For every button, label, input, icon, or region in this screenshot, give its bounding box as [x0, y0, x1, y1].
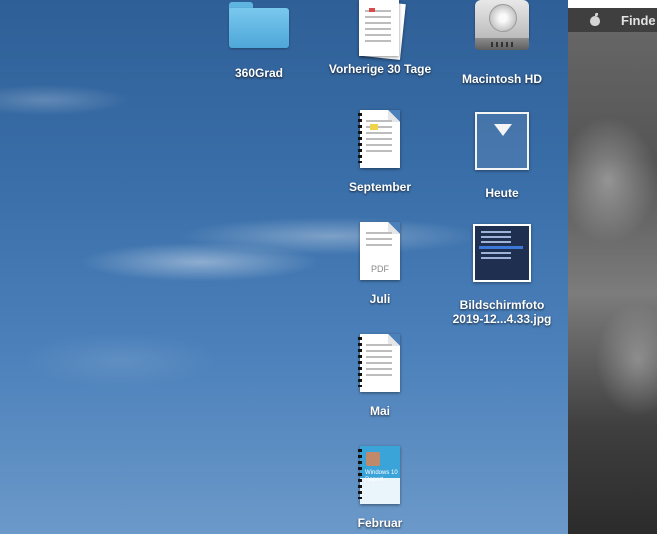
- pdf-document-icon: PDF: [360, 222, 400, 280]
- desktop-item-februar[interactable]: Windows 10 Report Februar: [320, 446, 440, 530]
- desktop-item-heute[interactable]: Heute: [442, 112, 562, 200]
- downloads-frame-icon: [475, 112, 529, 170]
- item-label-line2: 2019-12...4.33.jpg: [452, 312, 552, 326]
- apple-icon[interactable]: [588, 13, 602, 27]
- display-gap: [568, 0, 657, 8]
- secondary-display: Finde: [568, 0, 657, 534]
- desktop-item-juli[interactable]: PDF Juli: [320, 222, 440, 306]
- desktop-item-360grad[interactable]: 360Grad: [199, 2, 319, 80]
- desktop-item-bildschirmfoto[interactable]: Bildschirmfoto 2019-12...4.33.jpg: [442, 224, 562, 326]
- item-label: Mai: [369, 404, 390, 418]
- document-stack-icon: [357, 0, 406, 60]
- desktop-item-mai[interactable]: Mai: [320, 334, 440, 418]
- document-icon: [358, 334, 400, 392]
- desktop: 360Grad Vorherige 30 Tage Macintosh HD S…: [0, 0, 568, 534]
- item-label: Februar: [357, 516, 403, 530]
- folder-icon: [229, 2, 289, 60]
- menu-bar: Finde: [568, 8, 657, 32]
- desktop-item-vorherige-30-tage[interactable]: Vorherige 30 Tage: [320, 0, 440, 76]
- item-label: Macintosh HD: [461, 72, 542, 86]
- report-cover-text: Windows 10 Report: [365, 470, 398, 483]
- item-label: Vorherige 30 Tage: [328, 62, 432, 76]
- report-document-icon: Windows 10 Report: [358, 446, 400, 504]
- item-label: Heute: [485, 186, 519, 200]
- item-label: September: [348, 180, 412, 194]
- hard-drive-icon: [475, 0, 529, 58]
- pdf-badge: PDF: [371, 264, 389, 274]
- item-label: Juli: [369, 292, 391, 306]
- document-icon: [358, 110, 400, 168]
- item-label: 360Grad: [234, 66, 284, 80]
- item-label: Bildschirmfoto: [459, 298, 545, 312]
- desktop-item-september[interactable]: September: [320, 110, 440, 194]
- screenshot-thumbnail-icon: [473, 224, 531, 282]
- desktop-item-macintosh-hd[interactable]: Macintosh HD: [442, 0, 562, 86]
- menu-app-name[interactable]: Finde: [621, 13, 656, 28]
